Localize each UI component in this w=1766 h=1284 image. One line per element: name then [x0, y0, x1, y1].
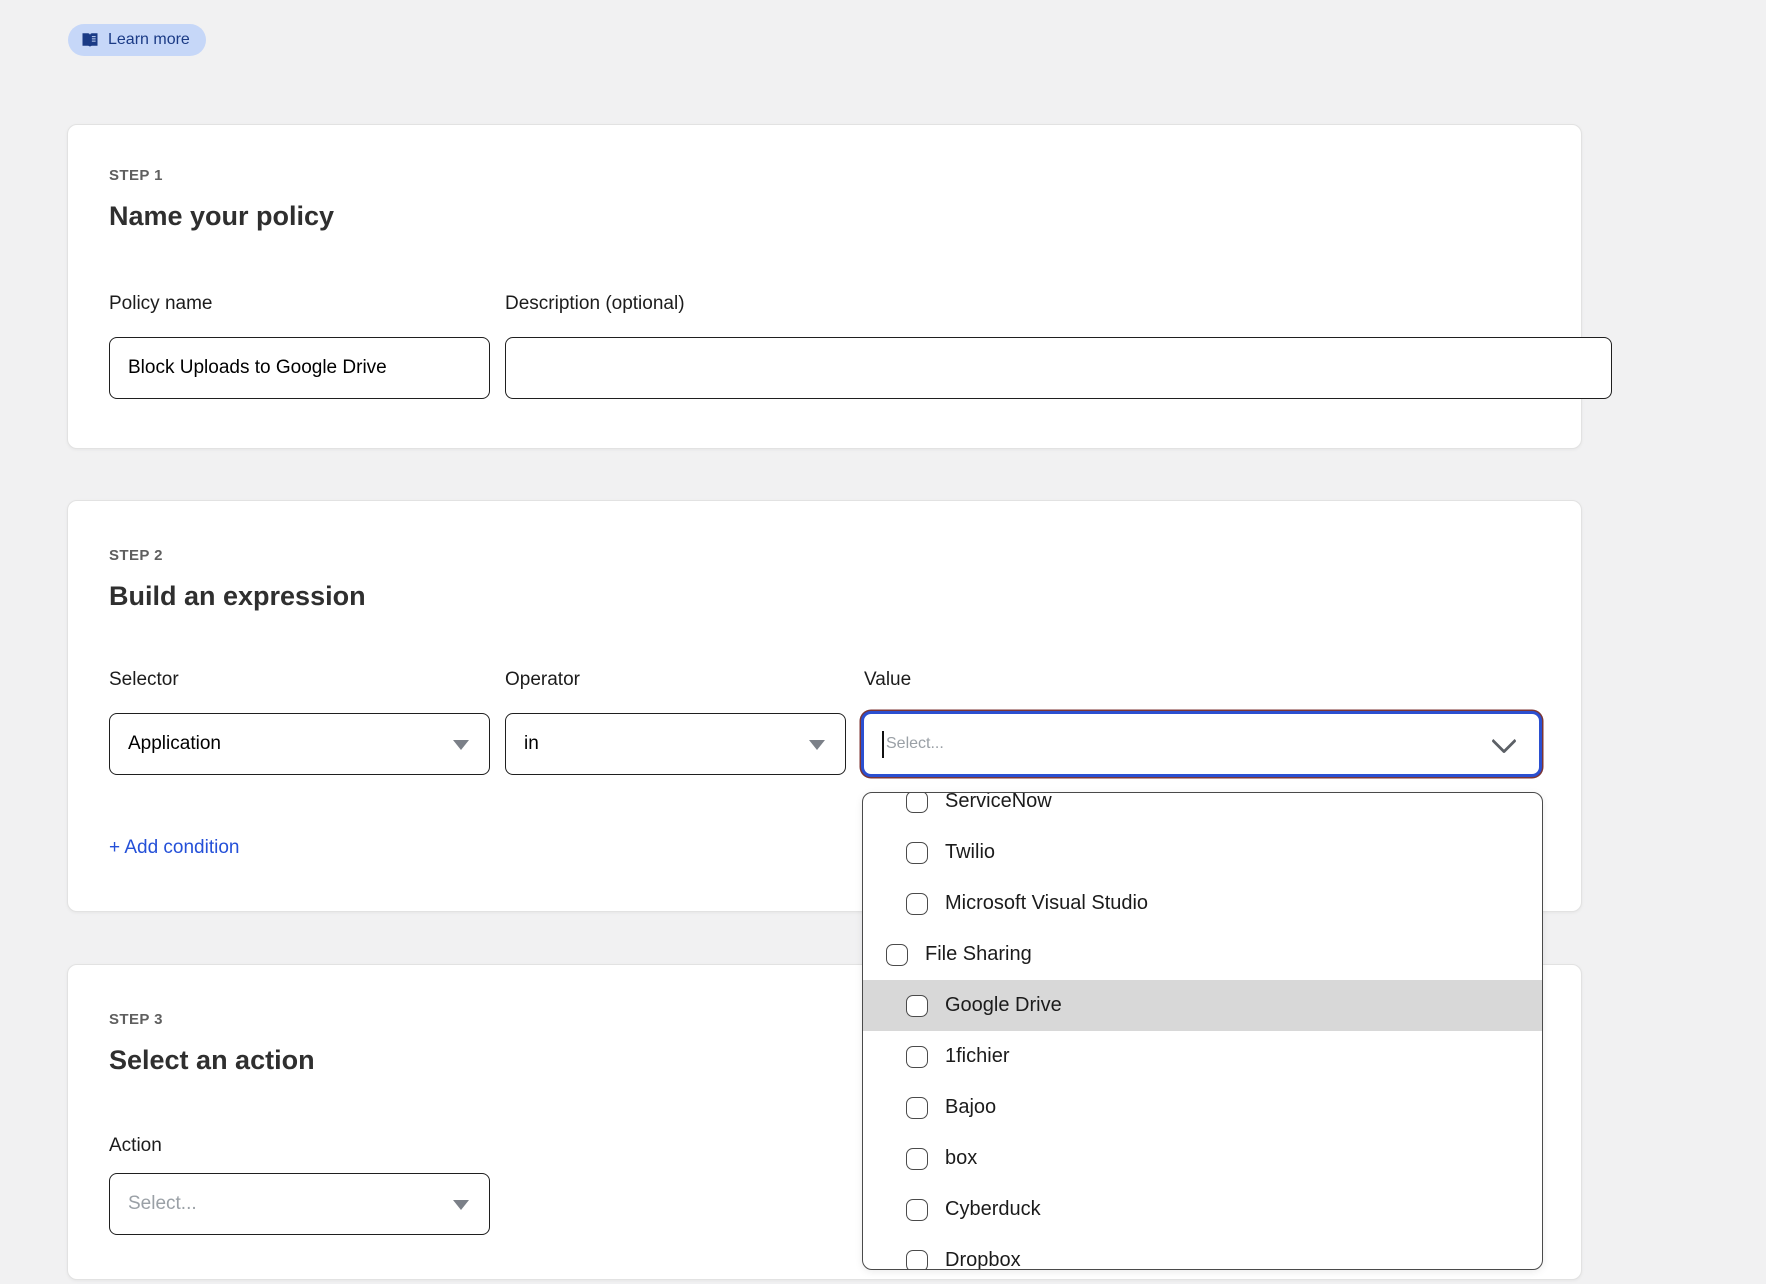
checkbox-unchecked[interactable] — [906, 792, 928, 813]
policy-builder-page: Learn more STEP 1 Name your policy Polic… — [0, 0, 1766, 1284]
policy-name-input[interactable] — [109, 337, 490, 399]
step1-card: STEP 1 Name your policy Policy name Desc… — [67, 124, 1582, 449]
chevron-down-icon — [809, 740, 825, 750]
dropdown-option-label: ServiceNow — [945, 792, 1052, 813]
dropdown-option[interactable]: Microsoft Visual Studio — [863, 878, 1542, 929]
value-placeholder: Select... — [886, 735, 944, 753]
action-select[interactable]: Select... — [109, 1173, 490, 1235]
dropdown-option-label: Bajoo — [945, 1096, 996, 1119]
checkbox-unchecked[interactable] — [886, 944, 908, 966]
selector-label: Selector — [109, 669, 179, 691]
chevron-down-icon — [453, 740, 469, 750]
selector-select-value: Application — [128, 733, 221, 755]
operator-select[interactable]: in — [505, 713, 846, 775]
step3-step-label: STEP 3 — [109, 1011, 163, 1028]
checkbox-unchecked[interactable] — [906, 842, 928, 864]
chevron-down-icon — [453, 1200, 469, 1210]
chevron-down-icon — [1491, 728, 1516, 753]
dropdown-option[interactable]: Dropbox — [863, 1235, 1542, 1270]
dropdown-option-label: Google Drive — [945, 994, 1062, 1017]
learn-more-button[interactable]: Learn more — [68, 24, 206, 56]
dropdown-option-label: box — [945, 1147, 977, 1170]
value-label: Value — [864, 669, 911, 691]
step2-title: Build an expression — [109, 581, 366, 612]
dropdown-option-label: Dropbox — [945, 1249, 1021, 1270]
dropdown-option[interactable]: File Sharing — [863, 929, 1542, 980]
action-label: Action — [109, 1135, 162, 1157]
value-multiselect[interactable]: Select... — [861, 711, 1542, 777]
text-cursor — [882, 731, 884, 758]
checkbox-unchecked[interactable] — [906, 1097, 928, 1119]
step1-title: Name your policy — [109, 201, 334, 232]
checkbox-unchecked[interactable] — [906, 1046, 928, 1068]
dropdown-option-label: File Sharing — [925, 943, 1032, 966]
dropdown-option[interactable]: Twilio — [863, 827, 1542, 878]
checkbox-unchecked[interactable] — [906, 1199, 928, 1221]
learn-more-label: Learn more — [108, 31, 190, 49]
dropdown-option-label: Twilio — [945, 841, 995, 864]
dropdown-option[interactable]: ServiceNow — [863, 792, 1542, 827]
dropdown-option[interactable]: Cyberduck — [863, 1184, 1542, 1235]
dropdown-option-label: 1fichier — [945, 1045, 1009, 1068]
value-dropdown-panel: ServiceNow Twilio Microsoft Visual Studio F… — [862, 792, 1543, 1270]
value-dropdown-list: ServiceNow Twilio Microsoft Visual Studio F… — [863, 792, 1542, 1270]
dropdown-option-label: Cyberduck — [945, 1198, 1041, 1221]
selector-select[interactable]: Application — [109, 713, 490, 775]
description-label: Description (optional) — [505, 293, 685, 315]
dropdown-option[interactable]: box — [863, 1133, 1542, 1184]
operator-select-value: in — [524, 733, 539, 755]
add-condition-link[interactable]: + Add condition — [109, 837, 239, 859]
checkbox-unchecked[interactable] — [906, 995, 928, 1017]
checkbox-unchecked[interactable] — [906, 1250, 928, 1271]
dropdown-option[interactable]: Bajoo — [863, 1082, 1542, 1133]
checkbox-unchecked[interactable] — [906, 1148, 928, 1170]
policy-name-label: Policy name — [109, 293, 213, 315]
description-input[interactable] — [505, 337, 1612, 399]
step3-title: Select an action — [109, 1045, 315, 1076]
dropdown-option-label: Microsoft Visual Studio — [945, 892, 1148, 915]
checkbox-unchecked[interactable] — [906, 893, 928, 915]
step1-step-label: STEP 1 — [109, 167, 163, 184]
dropdown-option[interactable]: 1fichier — [863, 1031, 1542, 1082]
dropdown-option[interactable]: Google Drive — [863, 980, 1542, 1031]
book-icon — [81, 32, 99, 48]
step2-step-label: STEP 2 — [109, 547, 163, 564]
operator-label: Operator — [505, 669, 580, 691]
action-select-placeholder: Select... — [128, 1193, 197, 1215]
